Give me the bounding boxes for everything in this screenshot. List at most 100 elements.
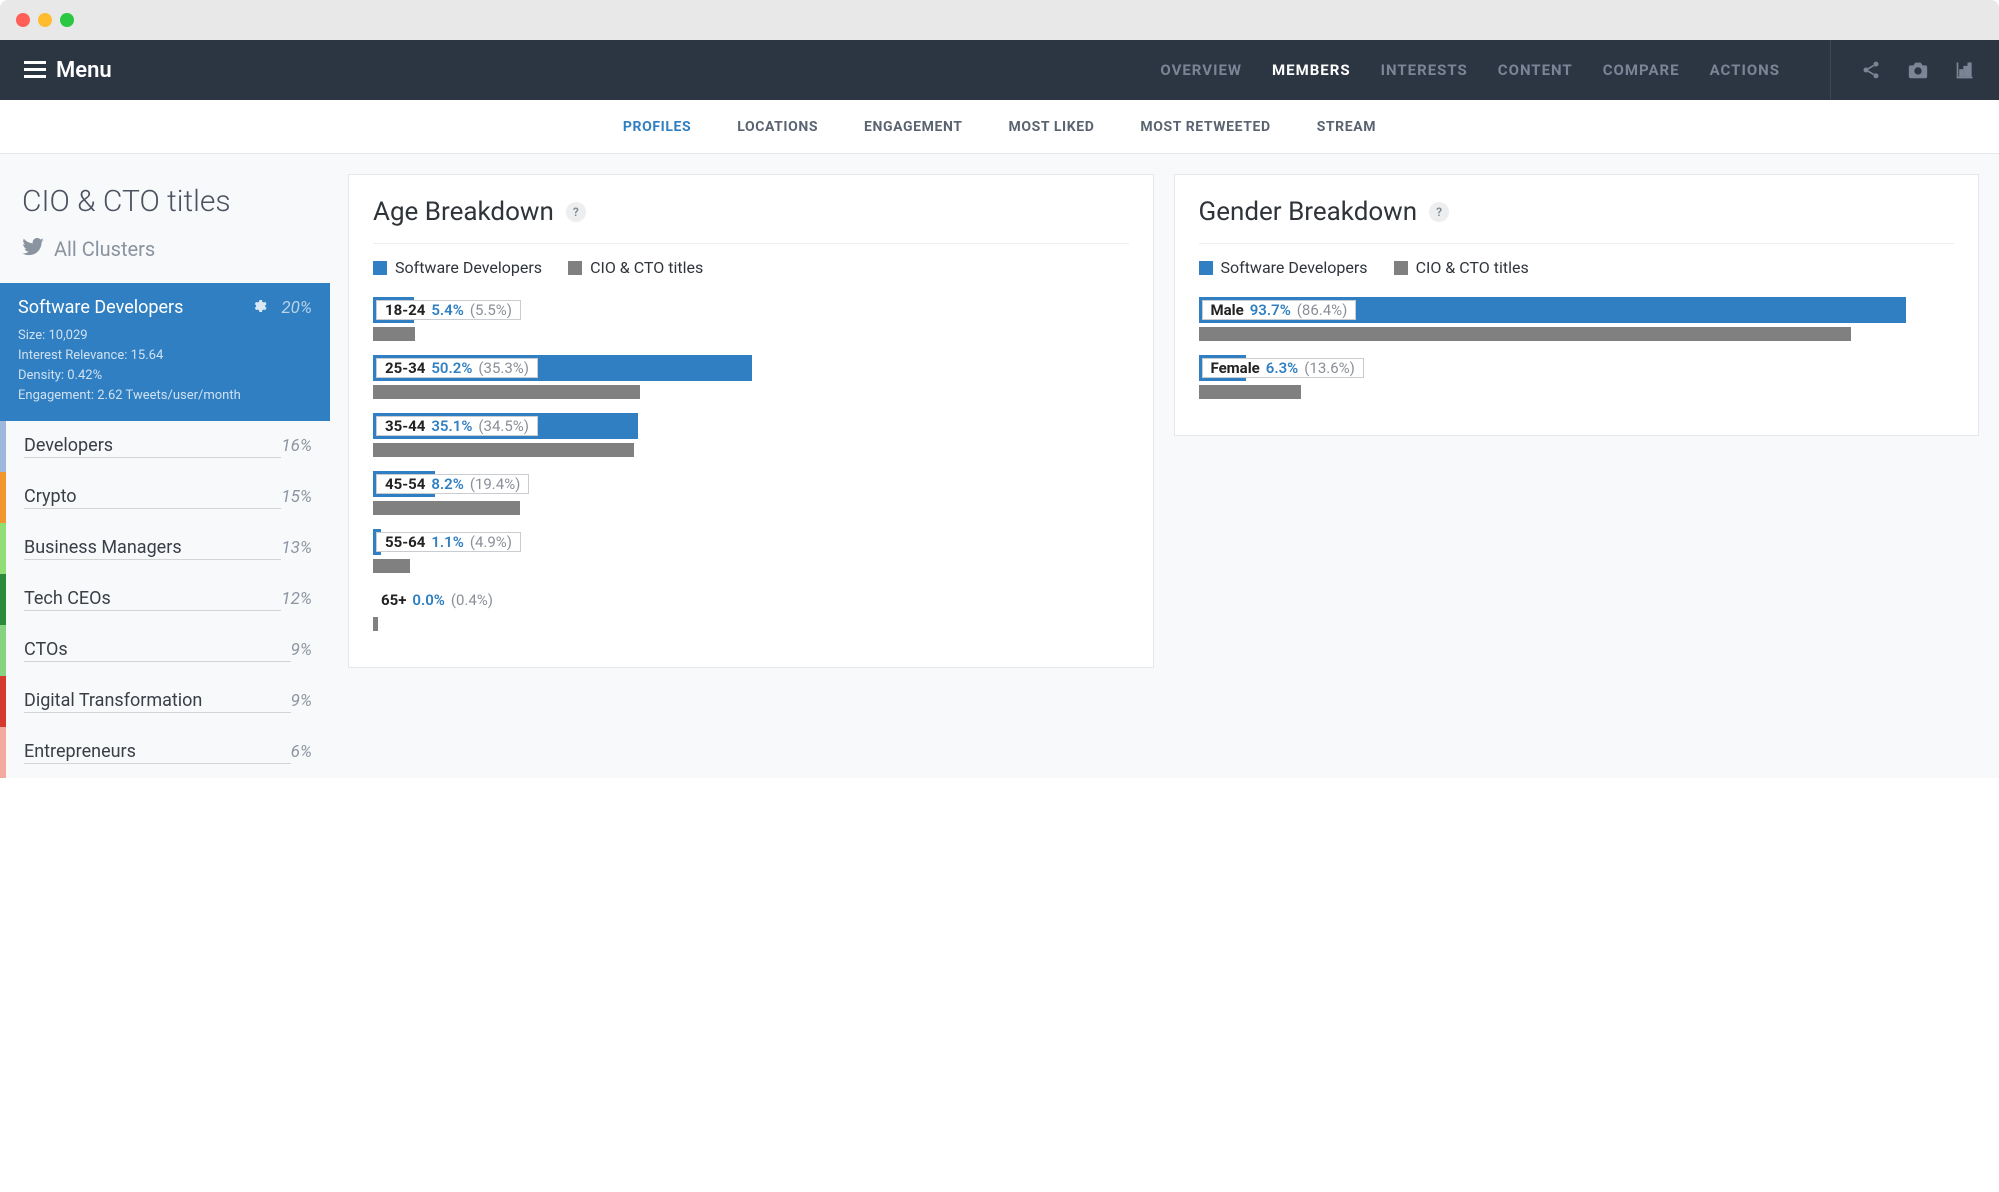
content: CIO & CTO titles All Clusters Software D… xyxy=(0,154,1999,778)
bar-value-primary: 50.2% xyxy=(431,359,472,377)
legend-item: CIO & CTO titles xyxy=(1394,258,1529,277)
cluster-pct: 15% xyxy=(281,487,312,507)
minimize-icon[interactable] xyxy=(38,13,52,27)
cluster-meta: Size: 10,029 Interest Relevance: 15.64 D… xyxy=(18,326,312,407)
cluster-relevance: Interest Relevance: 15.64 xyxy=(18,346,312,366)
bar-row: 55-641.1%(4.9%) xyxy=(373,529,1129,573)
cluster-size: Size: 10,029 xyxy=(18,326,312,346)
topnav-item[interactable]: ACTIONS xyxy=(1710,61,1780,79)
bar-value-secondary: (34.5%) xyxy=(478,417,529,435)
share-icon[interactable] xyxy=(1861,60,1881,80)
bar-row: 35-44 35.1% (34.5%) xyxy=(373,413,1129,457)
topnav-item[interactable]: COMPARE xyxy=(1603,61,1680,79)
bar-value-primary: 35.1% xyxy=(431,417,472,435)
bar-category: 45-54 xyxy=(385,475,425,493)
sidebar-item-cluster[interactable]: Developers16% xyxy=(0,421,330,472)
gear-icon[interactable] xyxy=(251,298,267,318)
bar-value-primary: 0.0% xyxy=(412,591,444,609)
sidebar-item-cluster[interactable]: CTOs9% xyxy=(0,625,330,676)
swatch-blue-icon xyxy=(373,261,387,275)
legend-label: CIO & CTO titles xyxy=(1416,258,1529,277)
topnav-item[interactable]: MEMBERS xyxy=(1272,61,1351,79)
cluster-engagement: Engagement: 2.62 Tweets/user/month xyxy=(18,386,312,406)
cluster-name: CTOs xyxy=(24,639,291,662)
bar-value-secondary: (5.5%) xyxy=(470,301,512,319)
subnav-item[interactable]: LOCATIONS xyxy=(737,119,818,135)
sidebar-item-cluster[interactable]: Entrepreneurs6% xyxy=(0,727,330,778)
bar-secondary xyxy=(1199,327,1955,341)
legend-label: Software Developers xyxy=(1221,258,1368,277)
subnav-item[interactable]: ENGAGEMENT xyxy=(864,119,963,135)
camera-icon[interactable] xyxy=(1907,60,1929,80)
sidebar-item-cluster[interactable]: Business Managers13% xyxy=(0,523,330,574)
age-legend: Software Developers CIO & CTO titles xyxy=(373,258,1129,277)
sidebar-item-active[interactable]: Software Developers 20% Size: 10,029 Int… xyxy=(0,283,330,421)
menu-label: Menu xyxy=(56,58,112,83)
legend-label: CIO & CTO titles xyxy=(590,258,703,277)
subnav-item[interactable]: PROFILES xyxy=(623,119,691,135)
bar-label: Male 93.7% (86.4%) xyxy=(1202,300,1357,320)
bar-label: 35-44 35.1% (34.5%) xyxy=(376,416,538,436)
help-icon[interactable]: ? xyxy=(566,202,586,222)
page-title: CIO & CTO titles xyxy=(0,184,330,237)
swatch-gray-icon xyxy=(1394,261,1408,275)
legend-item: Software Developers xyxy=(1199,258,1368,277)
bar-label: 25-3450.2%(35.3%) xyxy=(376,358,538,378)
bar-row: 65+0.0%(0.4%) xyxy=(373,587,1129,631)
cluster-name: Crypto xyxy=(24,486,281,509)
subnav-item[interactable]: MOST LIKED xyxy=(1009,119,1095,135)
bar-label: 18-245.4%(5.5%) xyxy=(376,300,521,320)
panels: Age Breakdown ? Software Developers CIO … xyxy=(348,154,1999,778)
cluster-name: Business Managers xyxy=(24,537,281,560)
bar-secondary xyxy=(373,327,1129,341)
bar-category: 35-44 xyxy=(385,417,425,435)
close-icon[interactable] xyxy=(16,13,30,27)
help-icon[interactable]: ? xyxy=(1429,202,1449,222)
bar-value-primary: 1.1% xyxy=(431,533,463,551)
cluster-pct: 6% xyxy=(291,742,312,762)
topnav-item[interactable]: INTERESTS xyxy=(1381,61,1468,79)
cluster-name: Tech CEOs xyxy=(24,588,281,611)
bar-primary: 55-641.1%(4.9%) xyxy=(373,529,1129,555)
window-chrome xyxy=(0,0,1999,40)
bar-row: 18-245.4%(5.5%) xyxy=(373,297,1129,341)
bar-value-secondary: (19.4%) xyxy=(470,475,521,493)
bar-category: 65+ xyxy=(381,591,406,609)
hamburger-icon xyxy=(24,61,46,79)
topbar: Menu OVERVIEW MEMBERS INTERESTS CONTENT COMP… xyxy=(0,40,1999,100)
sub-nav: PROFILES LOCATIONS ENGAGEMENT MOST LIKED MOS… xyxy=(0,100,1999,154)
cluster-pct: 20% xyxy=(281,298,312,318)
menu-button[interactable]: Menu xyxy=(24,58,112,83)
bar-value-primary: 93.7% xyxy=(1250,301,1291,319)
chart-icon[interactable] xyxy=(1955,60,1975,80)
cluster-pct: 9% xyxy=(291,640,312,660)
cluster-name: Developers xyxy=(24,435,281,458)
sidebar-item-cluster[interactable]: Crypto15% xyxy=(0,472,330,523)
sidebar-subtitle[interactable]: All Clusters xyxy=(0,237,330,283)
sidebar-item-cluster[interactable]: Tech CEOs12% xyxy=(0,574,330,625)
maximize-icon[interactable] xyxy=(60,13,74,27)
bar-primary: 35-44 35.1% (34.5%) xyxy=(373,413,1129,439)
topnav-item[interactable]: OVERVIEW xyxy=(1160,61,1242,79)
bar-value-secondary: (86.4%) xyxy=(1297,301,1348,319)
bar-primary: 45-54 8.2% (19.4%) xyxy=(373,471,1129,497)
subnav-item[interactable]: MOST RETWEETED xyxy=(1140,119,1270,135)
sidebar: CIO & CTO titles All Clusters Software D… xyxy=(0,154,330,778)
sidebar-item-cluster[interactable]: Digital Transformation9% xyxy=(0,676,330,727)
swatch-blue-icon xyxy=(1199,261,1213,275)
cluster-name: Entrepreneurs xyxy=(24,741,291,764)
cluster-name: Software Developers xyxy=(18,297,251,318)
bar-value-primary: 8.2% xyxy=(431,475,463,493)
bar-row: 25-3450.2%(35.3%) xyxy=(373,355,1129,399)
gender-legend: Software Developers CIO & CTO titles xyxy=(1199,258,1955,277)
topnav-item[interactable]: CONTENT xyxy=(1498,61,1573,79)
subnav-item[interactable]: STREAM xyxy=(1317,119,1376,135)
bar-primary: Female6.3%(13.6%) xyxy=(1199,355,1955,381)
bar-secondary xyxy=(373,443,1129,457)
all-clusters-label: All Clusters xyxy=(54,237,155,261)
cluster-pct: 13% xyxy=(281,538,312,558)
cluster-pct: 12% xyxy=(281,589,312,609)
bar-row: Male 93.7% (86.4%) xyxy=(1199,297,1955,341)
bar-category: Female xyxy=(1211,359,1260,377)
bar-category: Male xyxy=(1211,301,1244,319)
